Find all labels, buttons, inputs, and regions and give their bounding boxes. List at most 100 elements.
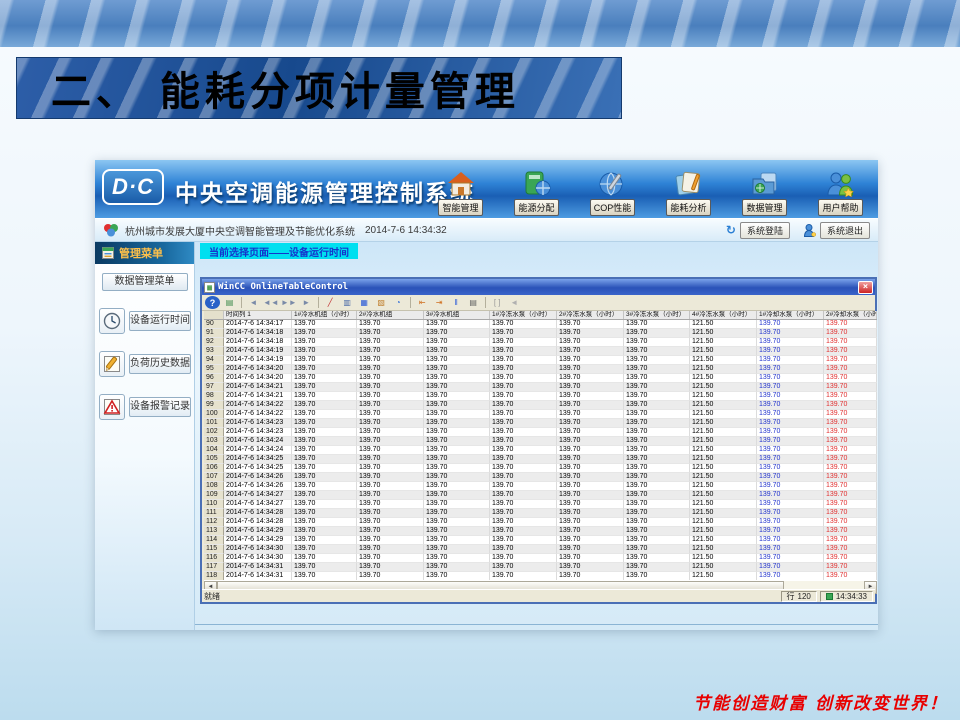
nav-item-cop-performance[interactable]: COP性能 bbox=[581, 164, 644, 216]
column-header[interactable]: 2#冷冻水泵（小时） bbox=[557, 311, 624, 319]
sidebar-menu-title-button[interactable]: 数据管理菜单 bbox=[102, 273, 188, 291]
export-report-icon[interactable]: ▤ bbox=[222, 296, 237, 309]
nav-label[interactable]: 能源分配 bbox=[514, 199, 558, 216]
row-number-cell[interactable]: 108 bbox=[204, 482, 224, 491]
table-row[interactable]: 1042014-7-6 14:34:24139.70139.70139.7013… bbox=[204, 446, 877, 455]
grid-select-icon[interactable]: ▦ bbox=[357, 296, 372, 309]
table-row[interactable]: 962014-7-6 14:34:20139.70139.70139.70139… bbox=[204, 374, 877, 383]
table-row[interactable]: 1142014-7-6 14:34:29139.70139.70139.7013… bbox=[204, 536, 877, 545]
row-number-cell[interactable]: 117 bbox=[204, 563, 224, 572]
row-number-cell[interactable]: 104 bbox=[204, 446, 224, 455]
export-next-icon[interactable]: ⇥ bbox=[432, 296, 447, 309]
column-header[interactable]: 2#冷水机组 bbox=[357, 311, 424, 319]
last-record-icon[interactable]: ► bbox=[299, 296, 314, 309]
table-row[interactable]: 1162014-7-6 14:34:30139.70139.70139.7013… bbox=[204, 554, 877, 563]
sidebar-item-label[interactable]: 设备运行时间 bbox=[129, 311, 191, 331]
table-row[interactable]: 1012014-7-6 14:34:23139.70139.70139.7013… bbox=[204, 419, 877, 428]
table-row[interactable]: 902014-7-6 14:34:17139.70139.70139.70139… bbox=[204, 320, 877, 329]
wincc-titlebar[interactable]: ▦ WinCC OnlineTableControl × bbox=[202, 279, 875, 295]
row-number-cell[interactable]: 109 bbox=[204, 491, 224, 500]
column-header[interactable]: 2#冷却水泵（小时） bbox=[824, 311, 877, 319]
table-row[interactable]: 1032014-7-6 14:34:24139.70139.70139.7013… bbox=[204, 437, 877, 446]
sidebar-item-runtime[interactable]: 设备运行时间 bbox=[99, 308, 190, 334]
stats-icon[interactable]: ▧ bbox=[374, 296, 389, 309]
table-row[interactable]: 1002014-7-6 14:34:22139.70139.70139.7013… bbox=[204, 410, 877, 419]
nav-item-energy-analysis[interactable]: 能耗分析 bbox=[657, 164, 720, 216]
help-icon[interactable]: ? bbox=[205, 296, 220, 309]
prev-record-icon[interactable]: ◄◄ bbox=[263, 296, 279, 309]
system-login-button[interactable]: 系统登陆 bbox=[740, 222, 790, 239]
table-row[interactable]: 1052014-7-6 14:34:25139.70139.70139.7013… bbox=[204, 455, 877, 464]
table-row[interactable]: 1112014-7-6 14:34:28139.70139.70139.7013… bbox=[204, 509, 877, 518]
row-number-cell[interactable]: 93 bbox=[204, 347, 224, 356]
row-number-cell[interactable]: 90 bbox=[204, 320, 224, 329]
column-header[interactable]: 3#冷水机组 bbox=[424, 311, 490, 319]
table-row[interactable]: 952014-7-6 14:34:20139.70139.70139.70139… bbox=[204, 365, 877, 374]
row-number-cell[interactable]: 100 bbox=[204, 410, 224, 419]
row-number-cell[interactable]: 106 bbox=[204, 464, 224, 473]
row-number-cell[interactable]: 102 bbox=[204, 428, 224, 437]
copy-icon[interactable]: ▥ bbox=[340, 296, 355, 309]
row-number-cell[interactable]: 107 bbox=[204, 473, 224, 482]
table-row[interactable]: 1172014-7-6 14:34:31139.70139.70139.7013… bbox=[204, 563, 877, 572]
nav-item-energy-allocation[interactable]: 能源分配 bbox=[505, 164, 568, 216]
system-logout-button[interactable]: 系统退出 bbox=[820, 222, 870, 239]
column-header[interactable]: 4#冷冻水泵（小时） bbox=[690, 311, 757, 319]
nav-item-smart-management[interactable]: 智能管理 bbox=[429, 164, 492, 216]
row-number-cell[interactable]: 110 bbox=[204, 500, 224, 509]
column-header[interactable]: 1#冷冻水泵（小时） bbox=[490, 311, 557, 319]
table-row[interactable]: 1122014-7-6 14:34:28139.70139.70139.7013… bbox=[204, 518, 877, 527]
table-row[interactable]: 912014-7-6 14:34:18139.70139.70139.70139… bbox=[204, 329, 877, 338]
table-row[interactable]: 972014-7-6 14:34:21139.70139.70139.70139… bbox=[204, 383, 877, 392]
row-number-cell[interactable]: 114 bbox=[204, 536, 224, 545]
sidebar-item-label[interactable]: 负荷历史数据 bbox=[129, 354, 191, 374]
column-header[interactable]: 时间列 1 bbox=[224, 311, 292, 319]
table-row[interactable]: 1082014-7-6 14:34:26139.70139.70139.7013… bbox=[204, 482, 877, 491]
nav-label[interactable]: 智能管理 bbox=[438, 199, 482, 216]
row-number-cell[interactable]: 116 bbox=[204, 554, 224, 563]
pause-icon[interactable]: ‖ bbox=[449, 296, 464, 309]
time-range-icon[interactable]: ◔ bbox=[391, 296, 406, 309]
table-row[interactable]: 1092014-7-6 14:34:27139.70139.70139.7013… bbox=[204, 491, 877, 500]
row-number-cell[interactable]: 103 bbox=[204, 437, 224, 446]
sidebar-item-alarm-log[interactable]: 设备报警记录 bbox=[99, 394, 190, 420]
column-header[interactable]: 1#冷水机组（小时） bbox=[292, 311, 357, 319]
table-row[interactable]: 992014-7-6 14:34:22139.70139.70139.70139… bbox=[204, 401, 877, 410]
table-row[interactable]: 1182014-7-6 14:34:31139.70139.70139.7013… bbox=[204, 572, 877, 580]
print-icon[interactable]: ▤ bbox=[466, 296, 481, 309]
row-number-cell[interactable]: 94 bbox=[204, 356, 224, 365]
row-number-cell[interactable]: 112 bbox=[204, 518, 224, 527]
column-header[interactable]: 1#冷却水泵（小时） bbox=[757, 311, 824, 319]
sidebar-item-load-history[interactable]: 负荷历史数据 bbox=[99, 351, 190, 377]
table-row[interactable]: 1062014-7-6 14:34:25139.70139.70139.7013… bbox=[204, 464, 877, 473]
row-number-cell[interactable]: 111 bbox=[204, 509, 224, 518]
nav-label[interactable]: 数据管理 bbox=[742, 199, 786, 216]
select-columns-icon[interactable]: [ ] bbox=[490, 296, 505, 309]
sidebar-item-label[interactable]: 设备报警记录 bbox=[129, 397, 191, 417]
close-icon[interactable]: × bbox=[858, 281, 873, 294]
table-row[interactable]: 1152014-7-6 14:34:30139.70139.70139.7013… bbox=[204, 545, 877, 554]
nav-label[interactable]: 用户帮助 bbox=[818, 199, 862, 216]
table-row[interactable]: 932014-7-6 14:34:19139.70139.70139.70139… bbox=[204, 347, 877, 356]
table-row[interactable]: 1022014-7-6 14:34:23139.70139.70139.7013… bbox=[204, 428, 877, 437]
row-number-cell[interactable]: 96 bbox=[204, 374, 224, 383]
row-number-cell[interactable]: 113 bbox=[204, 527, 224, 536]
first-record-icon[interactable]: ◄ bbox=[246, 296, 261, 309]
nav-label[interactable]: COP性能 bbox=[590, 199, 636, 216]
first-disabled-icon[interactable]: ◄ bbox=[507, 296, 522, 309]
table-row[interactable]: 1102014-7-6 14:34:27139.70139.70139.7013… bbox=[204, 500, 877, 509]
column-header[interactable]: 3#冷冻水泵（小时） bbox=[624, 311, 690, 319]
row-number-cell[interactable]: 115 bbox=[204, 545, 224, 554]
row-number-cell[interactable]: 105 bbox=[204, 455, 224, 464]
table-row[interactable]: 1072014-7-6 14:34:26139.70139.70139.7013… bbox=[204, 473, 877, 482]
row-number-cell[interactable]: 118 bbox=[204, 572, 224, 580]
edit-pen-icon[interactable]: ╱ bbox=[323, 296, 338, 309]
nav-item-data-management[interactable]: 数据管理 bbox=[733, 164, 796, 216]
row-number-cell[interactable]: 91 bbox=[204, 329, 224, 338]
table-row[interactable]: 942014-7-6 14:34:19139.70139.70139.70139… bbox=[204, 356, 877, 365]
row-number-cell[interactable]: 92 bbox=[204, 338, 224, 347]
row-number-cell[interactable]: 101 bbox=[204, 419, 224, 428]
row-number-cell[interactable]: 95 bbox=[204, 365, 224, 374]
table-row[interactable]: 982014-7-6 14:34:21139.70139.70139.70139… bbox=[204, 392, 877, 401]
table-row[interactable]: 1132014-7-6 14:34:29139.70139.70139.7013… bbox=[204, 527, 877, 536]
